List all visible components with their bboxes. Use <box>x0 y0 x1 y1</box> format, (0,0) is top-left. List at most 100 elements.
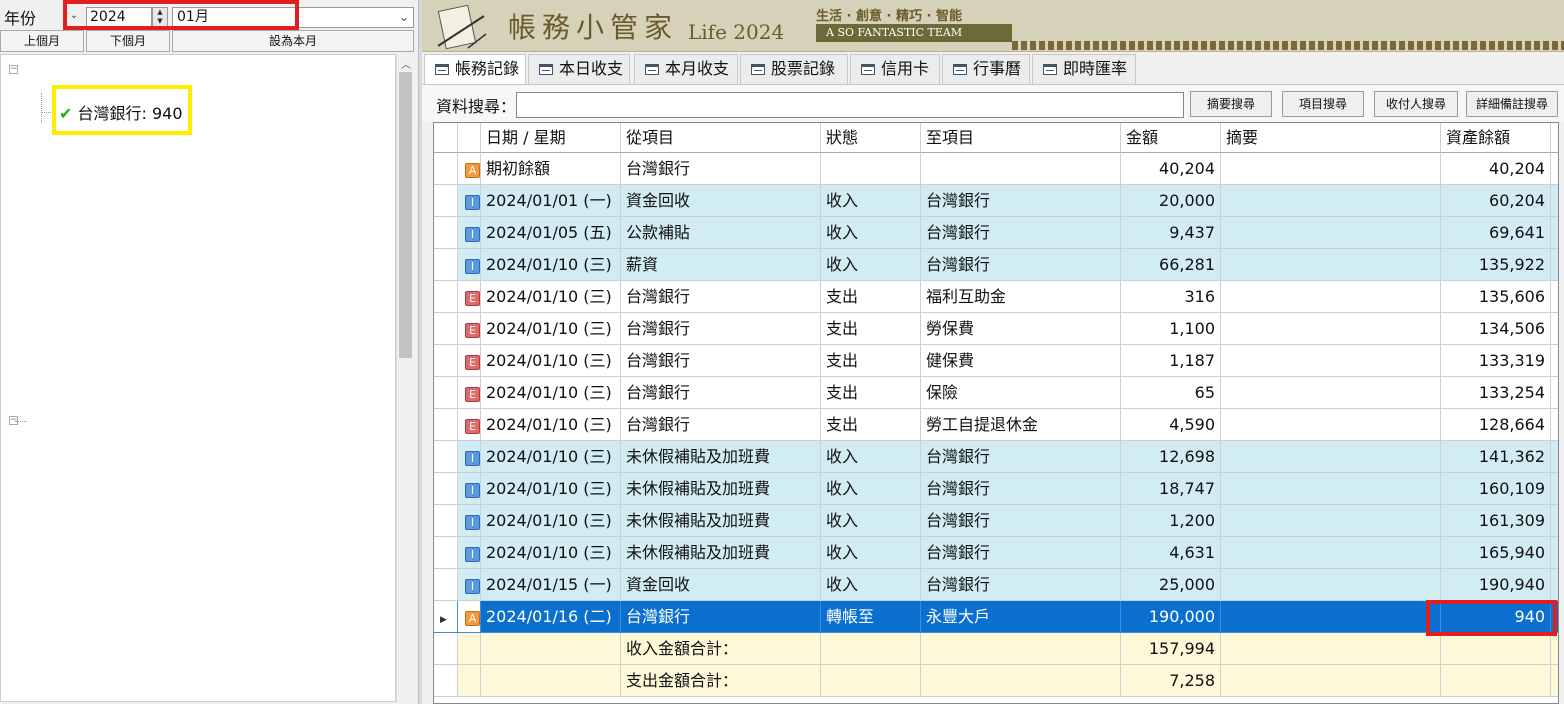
cell-to[interactable]: 保險 <box>921 377 1121 409</box>
cell-balance[interactable]: 133,254 <box>1441 377 1551 409</box>
cell-status[interactable]: 轉帳至 <box>821 601 921 633</box>
cell-balance[interactable]: 135,606 <box>1441 281 1551 313</box>
cell-amount[interactable]: 4,590 <box>1121 409 1221 441</box>
table-row[interactable]: I 2024/01/10 (三) 未休假補貼及加班費 收入 台灣銀行 12,698 141,… <box>434 441 1558 473</box>
cell-status[interactable]: 收入 <box>821 441 921 473</box>
cell-memo[interactable] <box>1221 249 1441 281</box>
cell-balance[interactable]: 134,506 <box>1441 313 1551 345</box>
row-header[interactable] <box>434 249 458 281</box>
cell-amount[interactable]: 25,000 <box>1121 569 1221 601</box>
cell-to[interactable]: 福利互助金 <box>921 281 1121 313</box>
item-search-button[interactable]: 項目搜尋 <box>1282 91 1364 117</box>
cell-to[interactable]: 勞工自提退休金 <box>921 409 1121 441</box>
row-header[interactable] <box>434 345 458 377</box>
table-row[interactable]: I 2024/01/05 (五) 公款補貼 收入 台灣銀行 9,437 69,641 <box>434 217 1558 249</box>
column-header-balance[interactable]: 資產餘額 <box>1441 123 1551 153</box>
cell-amount[interactable]: 190,000 <box>1121 601 1221 633</box>
set-this-month-button[interactable]: 設為本月 <box>172 30 414 52</box>
cell-date[interactable]: 2024/01/10 (三) <box>481 377 621 409</box>
cell-balance[interactable]: 141,362 <box>1441 441 1551 473</box>
tab-this-month[interactable]: 本月收支 <box>634 54 738 84</box>
cell-balance[interactable]: 128,664 <box>1441 409 1551 441</box>
cell-to[interactable] <box>921 153 1121 185</box>
cell-balance[interactable]: 161,309 <box>1441 505 1551 537</box>
cell-amount[interactable]: 12,698 <box>1121 441 1221 473</box>
column-header-from[interactable]: 從項目 <box>621 123 821 153</box>
payee-search-button[interactable]: 收付人搜尋 <box>1374 91 1458 117</box>
row-header[interactable] <box>434 569 458 601</box>
cell-amount[interactable]: 4,631 <box>1121 537 1221 569</box>
cell-balance[interactable]: 165,940 <box>1441 537 1551 569</box>
cell-from[interactable]: 台灣銀行 <box>621 377 821 409</box>
cell-from[interactable]: 台灣銀行 <box>621 281 821 313</box>
cell-status[interactable]: 支出 <box>821 313 921 345</box>
tree-collapse-icon[interactable]: − <box>9 65 18 74</box>
cell-status[interactable]: 支出 <box>821 377 921 409</box>
tree-scrollbar[interactable]: ︿ <box>396 54 414 702</box>
column-header-amount[interactable]: 金額 <box>1121 123 1221 153</box>
table-row[interactable]: E 2024/01/10 (三) 台灣銀行 支出 保險 65 133,254 <box>434 377 1558 409</box>
records-grid[interactable]: 日期 / 星期 從項目 狀態 至項目 金額 摘要 資產餘額 A 期初餘額 台灣銀行 4… <box>433 122 1559 704</box>
tab-exchange-rate[interactable]: 即時匯率 <box>1032 54 1136 84</box>
row-header[interactable] <box>434 505 458 537</box>
cell-date[interactable]: 2024/01/10 (三) <box>481 473 621 505</box>
cell-memo[interactable] <box>1221 569 1441 601</box>
row-header[interactable] <box>434 441 458 473</box>
cell-memo[interactable] <box>1221 217 1441 249</box>
cell-memo[interactable] <box>1221 185 1441 217</box>
cell-balance[interactable]: 135,922 <box>1441 249 1551 281</box>
cell-from[interactable]: 台灣銀行 <box>621 409 821 441</box>
cell-memo[interactable] <box>1221 601 1441 633</box>
column-header-memo[interactable]: 摘要 <box>1221 123 1441 153</box>
cell-balance[interactable]: 133,319 <box>1441 345 1551 377</box>
table-row[interactable]: I 2024/01/10 (三) 未休假補貼及加班費 收入 台灣銀行 4,631 165,9… <box>434 537 1558 569</box>
cell-status[interactable]: 收入 <box>821 537 921 569</box>
cell-status[interactable]: 收入 <box>821 505 921 537</box>
spin-down-icon[interactable]: ▼ <box>153 17 167 26</box>
cell-to[interactable]: 台灣銀行 <box>921 537 1121 569</box>
tree-node-taiwan-bank[interactable]: ✔ 台灣銀行: 940 <box>59 100 183 124</box>
tab-stocks[interactable]: 股票記錄 <box>740 54 848 84</box>
cell-to[interactable]: 台灣銀行 <box>921 569 1121 601</box>
cell-amount[interactable]: 1,100 <box>1121 313 1221 345</box>
cell-memo[interactable] <box>1221 153 1441 185</box>
cell-memo[interactable] <box>1221 409 1441 441</box>
account-tree[interactable]: − ✔ 台灣銀行: 940 − <box>0 54 396 702</box>
cell-date[interactable]: 2024/01/10 (三) <box>481 281 621 313</box>
row-header[interactable] <box>434 217 458 249</box>
row-header[interactable] <box>434 185 458 217</box>
cell-to[interactable]: 台灣銀行 <box>921 441 1121 473</box>
scroll-up-icon[interactable]: ︿ <box>397 56 415 71</box>
cell-date[interactable]: 2024/01/05 (五) <box>481 217 621 249</box>
cell-to[interactable]: 台灣銀行 <box>921 505 1121 537</box>
detail-memo-search-button[interactable]: 詳細備註搜尋 <box>1466 91 1558 117</box>
cell-status[interactable]: 收入 <box>821 249 921 281</box>
row-header[interactable] <box>434 537 458 569</box>
cell-from[interactable]: 公款補貼 <box>621 217 821 249</box>
cell-to[interactable]: 勞保費 <box>921 313 1121 345</box>
cell-status[interactable]: 收入 <box>821 217 921 249</box>
cell-amount[interactable]: 40,204 <box>1121 153 1221 185</box>
cell-amount[interactable]: 9,437 <box>1121 217 1221 249</box>
scrollbar-thumb[interactable] <box>399 72 412 358</box>
cell-to[interactable]: 台灣銀行 <box>921 473 1121 505</box>
month-select[interactable]: 01月 ⌄ <box>172 7 414 28</box>
cell-status[interactable]: 收入 <box>821 473 921 505</box>
cell-date[interactable]: 2024/01/10 (三) <box>481 313 621 345</box>
cell-status[interactable]: 收入 <box>821 185 921 217</box>
cell-amount[interactable]: 66,281 <box>1121 249 1221 281</box>
table-row-selected[interactable]: ▶ A 2024/01/16 (二) 台灣銀行 轉帳至 永豐大戶 190,000 940 <box>434 601 1558 633</box>
column-header-status[interactable]: 狀態 <box>821 123 921 153</box>
cell-to[interactable]: 台灣銀行 <box>921 249 1121 281</box>
cell-amount[interactable]: 1,200 <box>1121 505 1221 537</box>
year-input[interactable]: 2024 <box>86 7 152 28</box>
cell-balance[interactable]: 190,940 <box>1441 569 1551 601</box>
cell-to[interactable]: 健保費 <box>921 345 1121 377</box>
cell-memo[interactable] <box>1221 473 1441 505</box>
cell-from[interactable]: 未休假補貼及加班費 <box>621 505 821 537</box>
cell-balance[interactable]: 940 <box>1441 601 1551 633</box>
cell-from[interactable]: 薪資 <box>621 249 821 281</box>
cell-status[interactable] <box>821 153 921 185</box>
table-row[interactable]: I 2024/01/15 (一) 資金回收 收入 台灣銀行 25,000 190,940 <box>434 569 1558 601</box>
cell-from[interactable]: 台灣銀行 <box>621 313 821 345</box>
